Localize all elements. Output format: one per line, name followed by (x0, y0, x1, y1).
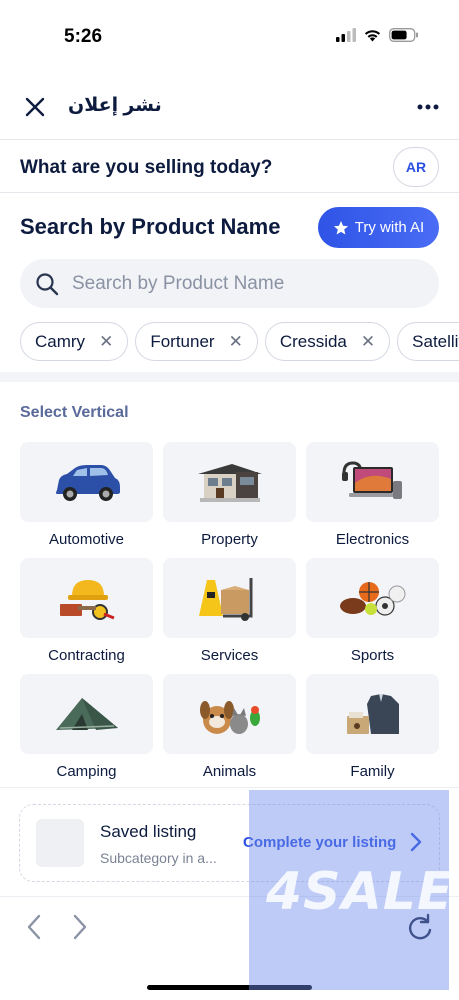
app-header: نشر إعلان (0, 78, 459, 140)
saved-listing-section: Saved listing Subcategory in a... Comple… (0, 787, 459, 897)
language-toggle-button[interactable]: AR (393, 147, 439, 187)
vertical-automotive[interactable]: Automotive (20, 442, 153, 558)
search-heading: Search by Product Name (20, 214, 281, 239)
saved-listing-subtitle: Subcategory in a... (100, 850, 217, 866)
more-options-button[interactable] (413, 94, 443, 120)
hardhat-icon (20, 558, 153, 638)
question-heading: What are you selling today? (20, 157, 273, 178)
try-with-ai-button[interactable]: Try with AI (318, 207, 439, 248)
back-arrow-icon[interactable] (22, 912, 46, 942)
saved-listing-title: Saved listing (100, 822, 197, 841)
vertical-label: Services (200, 647, 259, 664)
vertical-camping[interactable]: Camping (20, 674, 153, 790)
chip-label: Fortuner (150, 331, 215, 351)
laptop-icon (306, 442, 439, 522)
chip-label: Cressida (279, 331, 347, 351)
vertical-property[interactable]: Property (163, 442, 296, 558)
chip-cressida[interactable]: Cressida ✕ (264, 322, 391, 361)
vertical-animals[interactable]: Animals (163, 674, 296, 790)
chevron-right-icon[interactable] (408, 830, 424, 854)
search-input[interactable] (72, 272, 412, 295)
house-icon (163, 442, 296, 522)
vertical-label: Family (350, 763, 395, 780)
signal-icon (336, 28, 356, 42)
close-button[interactable] (20, 92, 50, 122)
vertical-label: Automotive (48, 531, 125, 548)
pets-icon (163, 674, 296, 754)
vertical-label: Animals (202, 763, 257, 780)
select-vertical-heading: Select Vertical (20, 404, 129, 421)
vertical-contracting[interactable]: Contracting (20, 558, 153, 674)
chip-satellite[interactable]: Satellite ✕ (397, 322, 459, 361)
chip-camry[interactable]: Camry ✕ (20, 322, 129, 361)
try-with-ai-label: Try with AI (354, 219, 425, 236)
verticals-grid: Automotive Property Electronics Contract… (20, 442, 440, 790)
saved-listing-card[interactable]: Saved listing Subcategory in a... Comple… (19, 804, 440, 882)
remove-chip-icon[interactable]: ✕ (361, 332, 375, 352)
status-time: 5:26 (64, 26, 103, 47)
saved-listing-thumbnail (36, 819, 84, 867)
chip-label: Camry (35, 331, 86, 351)
page-title: نشر إعلان (68, 95, 162, 116)
vertical-family[interactable]: Family (306, 674, 439, 790)
search-bar[interactable] (20, 259, 439, 308)
vertical-label: Property (201, 531, 258, 548)
car-icon (20, 442, 153, 522)
dolly-icon (163, 558, 296, 638)
vertical-services[interactable]: Services (163, 558, 296, 674)
tent-icon (20, 674, 153, 754)
complete-listing-link[interactable]: Complete your listing (243, 834, 396, 851)
vertical-sports[interactable]: Sports (306, 558, 439, 674)
reload-icon[interactable] (404, 912, 436, 944)
battery-icon (389, 28, 418, 42)
chip-fortuner[interactable]: Fortuner ✕ (135, 322, 258, 361)
home-indicator (147, 985, 312, 990)
vertical-label: Sports (350, 647, 395, 664)
vertical-label: Contracting (48, 647, 125, 664)
clothes-icon (306, 674, 439, 754)
remove-chip-icon[interactable]: ✕ (229, 332, 243, 352)
vertical-label: Electronics (335, 531, 410, 548)
balls-icon (306, 558, 439, 638)
question-row: What are you selling today? AR (0, 141, 459, 193)
vertical-label: Camping (56, 763, 117, 780)
wifi-icon (364, 30, 381, 42)
status-bar: 5:26 (0, 0, 459, 72)
remove-chip-icon[interactable]: ✕ (99, 332, 113, 352)
search-icon (34, 271, 60, 297)
star-icon (333, 220, 348, 235)
browser-nav-bar (0, 898, 459, 958)
vertical-electronics[interactable]: Electronics (306, 442, 439, 558)
recent-search-chips: Camry ✕ Fortuner ✕ Cressida ✕ Satellite … (20, 322, 459, 362)
chip-label: Satellite (412, 331, 459, 351)
close-icon (25, 97, 45, 117)
section-divider (0, 372, 459, 382)
forward-arrow-icon[interactable] (68, 912, 92, 942)
more-horizontal-icon (417, 104, 439, 110)
status-icons (336, 28, 419, 42)
